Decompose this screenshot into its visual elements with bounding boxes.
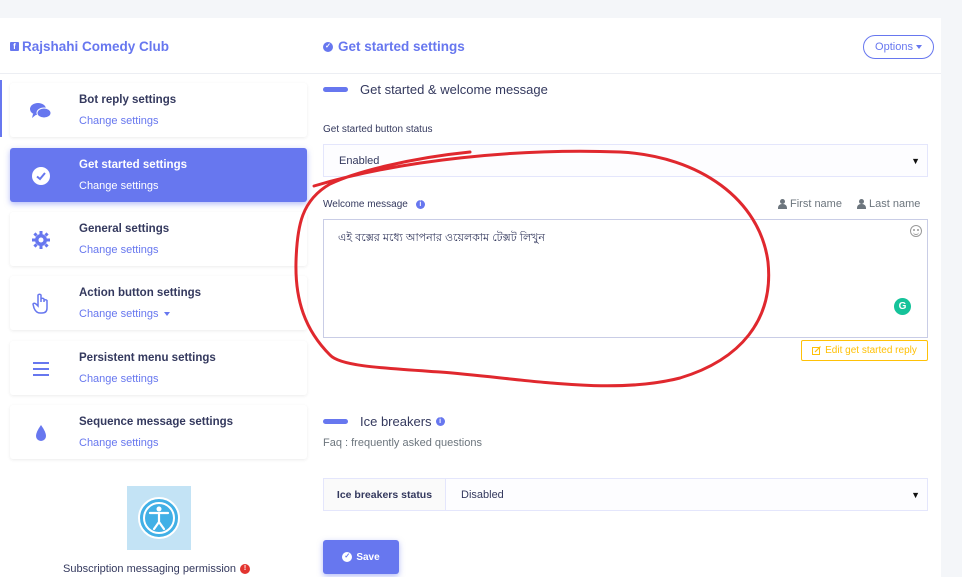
welcome-message-label: Welcome message [323, 199, 408, 210]
hand-pointer-icon [30, 293, 52, 315]
faq-text: Faq : frequently asked questions [323, 437, 482, 449]
sidebar-item-title: Get started settings [79, 159, 187, 171]
alert-icon: ! [240, 564, 251, 574]
sidebar-item-link[interactable]: Change settings [79, 308, 170, 320]
page-title-label: Get started settings [338, 39, 465, 54]
sidebar-accent-line [0, 80, 2, 137]
subscription-permission[interactable]: Subscription messaging permission ! [63, 563, 251, 575]
subscription-label: Subscription messaging permission [63, 563, 237, 575]
options-label: Options [875, 41, 913, 53]
sidebar-item-sub: Change settings [79, 373, 159, 385]
ice-status-value: Disabled [461, 488, 504, 501]
ice-breakers-status-select[interactable]: Disabled ▼ [446, 479, 927, 510]
facebook-icon: f [10, 42, 19, 51]
accessibility-logo [127, 486, 191, 550]
emoji-icon[interactable] [910, 225, 922, 237]
welcome-message-label-row: Welcome message i [323, 199, 425, 210]
ice-section-title: Ice breakers [360, 414, 432, 429]
ice-breakers-status-group: Ice breakers status Disabled ▼ [323, 478, 928, 511]
sidebar-item-title: General settings [79, 223, 170, 235]
sidebar-item-link[interactable]: Change settings [79, 180, 159, 192]
sidebar-item-title: Sequence message settings [79, 416, 234, 428]
welcome-message-text: এই বক্সের মধ্যে আপনার ওয়েলকাম টেক্সট লি… [338, 232, 545, 244]
gear-icon [30, 229, 52, 251]
dropdown-arrow-icon: ▼ [911, 489, 920, 500]
sidebar-item-general[interactable]: General settings Change settings [10, 212, 307, 266]
sidebar-item-link[interactable]: Change settings [79, 244, 159, 256]
welcome-message-textarea[interactable]: এই বক্সের মধ্যে আপনার ওয়েলকাম টেক্সট লি… [323, 219, 928, 338]
ice-status-label: Ice breakers status [324, 479, 446, 510]
sidebar-item-title: Bot reply settings [79, 94, 177, 106]
first-name-tag[interactable]: First name [778, 198, 842, 210]
sidebar-item-persistent-menu[interactable]: Persistent menu settings Change settings [10, 341, 307, 395]
accessibility-icon [138, 497, 180, 539]
check-circle-icon: ✓ [323, 41, 333, 52]
info-icon[interactable]: i [415, 200, 425, 209]
bars-icon [30, 358, 52, 380]
info-icon[interactable]: i [435, 417, 445, 426]
header-divider [0, 73, 941, 74]
status-value: Enabled [339, 154, 380, 167]
sidebar-item-bot-reply[interactable]: Bot reply settings Change settings [10, 83, 307, 137]
status-label: Get started button status [323, 124, 433, 135]
sidebar-item-link[interactable]: Change settings [79, 373, 159, 385]
edit-icon [812, 346, 822, 355]
welcome-section-header: Get started & welcome message [323, 82, 548, 97]
sidebar-item-sub: Change settings [79, 244, 159, 256]
grammarly-icon[interactable]: G [894, 298, 911, 315]
page-name: f Rajshahi Comedy Club [10, 39, 169, 54]
sidebar-item-title: Action button settings [79, 287, 202, 299]
page-name-label: Rajshahi Comedy Club [22, 39, 170, 54]
page-title: ✓ Get started settings [323, 39, 465, 54]
caret-down-icon [915, 45, 922, 49]
sidebar-item-sub: Change settings [79, 308, 159, 320]
ice-section-header: Ice breakers i [323, 414, 445, 429]
sidebar-item-sub: Change settings [79, 115, 159, 127]
tint-icon [30, 422, 52, 444]
ice-title-row: Ice breakers i [360, 414, 445, 429]
sidebar-item-get-started[interactable]: Get started settings Change settings [10, 148, 307, 202]
first-name-label: First name [790, 198, 842, 210]
welcome-section-title: Get started & welcome message [360, 82, 548, 97]
user-icon [857, 199, 866, 209]
section-bar-icon [323, 419, 348, 424]
sidebar-item-sequence-message[interactable]: Sequence message settings Change setting… [10, 405, 307, 459]
edit-button-label: Edit get started reply [825, 345, 917, 356]
user-icon [778, 199, 787, 209]
last-name-label: Last name [869, 198, 921, 210]
dropdown-arrow-icon: ▼ [911, 155, 920, 166]
section-bar-icon [323, 87, 348, 92]
check-circle-icon: ✓ [342, 552, 353, 562]
get-started-status-select[interactable]: Enabled ▼ [323, 144, 928, 177]
last-name-tag[interactable]: Last name [857, 198, 920, 210]
sidebar-item-sub: Change settings [79, 180, 159, 192]
check-circle-icon [30, 165, 52, 187]
sidebar-item-sub: Change settings [79, 437, 159, 449]
sidebar-item-link[interactable]: Change settings [79, 437, 159, 449]
options-button[interactable]: Options [863, 35, 934, 59]
sidebar-item-action-button[interactable]: Action button settings Change settings [10, 276, 307, 330]
save-button[interactable]: ✓ Save [323, 540, 399, 574]
caret-down-icon [163, 312, 170, 316]
sidebar-item-title: Persistent menu settings [79, 352, 216, 364]
save-label: Save [356, 551, 380, 563]
chat-icon [30, 100, 52, 122]
edit-get-started-reply-button[interactable]: Edit get started reply [801, 340, 928, 361]
sidebar-item-link[interactable]: Change settings [79, 115, 159, 127]
